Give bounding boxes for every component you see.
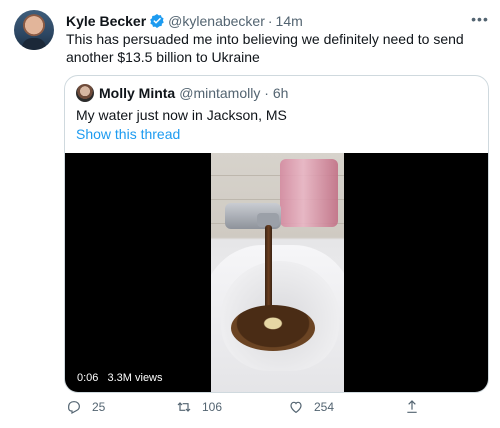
video-meta: 0:06 3.3M views — [77, 372, 169, 384]
quoted-tweet-header: Molly Minta @mintamolly · 6h — [76, 84, 288, 102]
quoted-author-avatar — [76, 84, 94, 102]
tweet[interactable]: Kyle Becker @kylenabecker · 14m ••• This… — [0, 0, 500, 428]
reply-count: 25 — [92, 400, 106, 414]
separator-dot: · — [260, 85, 273, 101]
quoted-author-handle: @mintamolly — [179, 85, 261, 101]
author-name[interactable]: Kyle Becker — [66, 12, 146, 30]
more-options-icon[interactable]: ••• — [470, 9, 490, 29]
reply-button[interactable]: 25 — [66, 399, 105, 415]
author-avatar[interactable] — [14, 10, 54, 50]
like-button[interactable]: 254 — [288, 399, 334, 415]
author-handle[interactable]: @kylenabecker — [168, 12, 265, 30]
quoted-tweet[interactable]: Molly Minta @mintamolly · 6h My water ju… — [64, 75, 489, 393]
separator-dot: · — [267, 13, 273, 29]
video-duration: 0:06 — [77, 372, 99, 384]
tweet-text: This has persuaded me into believing we … — [66, 31, 464, 65]
verified-badge-icon — [149, 13, 165, 29]
retweet-button[interactable]: 106 — [176, 399, 222, 415]
video-views: 3.3M views — [107, 372, 163, 384]
quoted-tweet-timestamp: 6h — [272, 85, 289, 101]
tweet-actions: 25 106 254 — [64, 399, 489, 421]
tweet-timestamp[interactable]: 14m — [276, 12, 303, 30]
heart-icon — [290, 401, 302, 414]
tweet-header: Kyle Becker @kylenabecker · 14m — [66, 12, 303, 30]
video-player[interactable]: 0:06 3.3M views — [65, 153, 488, 392]
share-button[interactable] — [404, 399, 430, 415]
retweet-icon — [177, 402, 191, 412]
quoted-tweet-text: My water just now in Jackson, MS — [76, 107, 287, 123]
quoted-author-name: Molly Minta — [99, 85, 176, 101]
show-thread-link[interactable]: Show this thread — [76, 125, 180, 143]
reply-icon — [68, 401, 80, 415]
retweet-count: 106 — [202, 400, 223, 414]
video-frame — [211, 153, 344, 392]
like-count: 254 — [314, 400, 335, 414]
share-icon — [407, 400, 417, 413]
